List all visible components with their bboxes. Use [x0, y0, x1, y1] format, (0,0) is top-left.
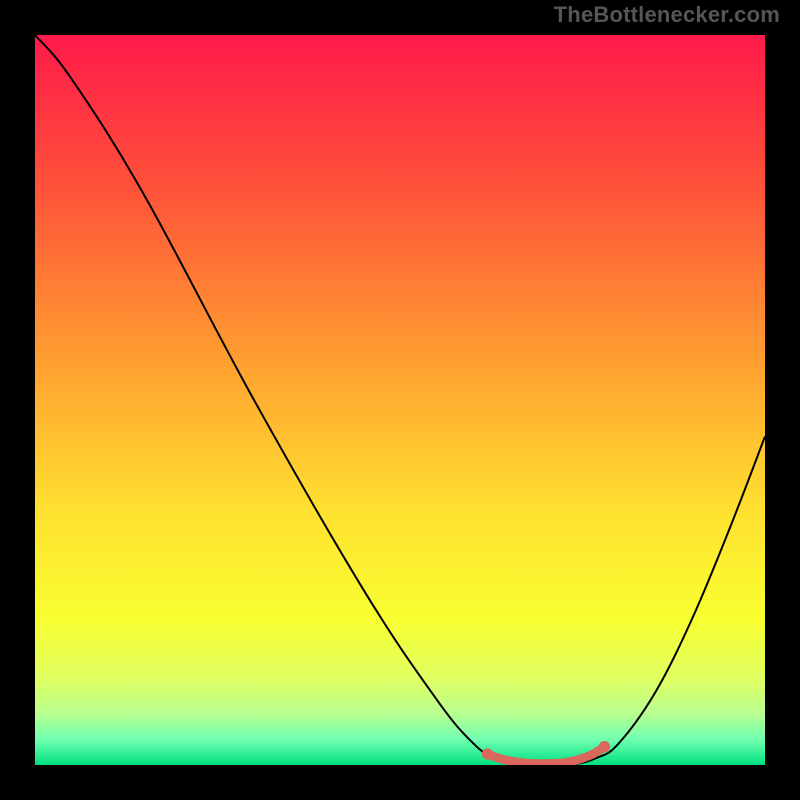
- highlight-dot: [482, 748, 493, 759]
- plot-background: [35, 35, 765, 765]
- attribution-text: TheBottlenecker.com: [554, 2, 780, 28]
- chart-svg: [35, 35, 765, 765]
- chart-frame: TheBottlenecker.com: [0, 0, 800, 800]
- plot-area: [35, 35, 765, 765]
- highlight-dot: [599, 741, 610, 752]
